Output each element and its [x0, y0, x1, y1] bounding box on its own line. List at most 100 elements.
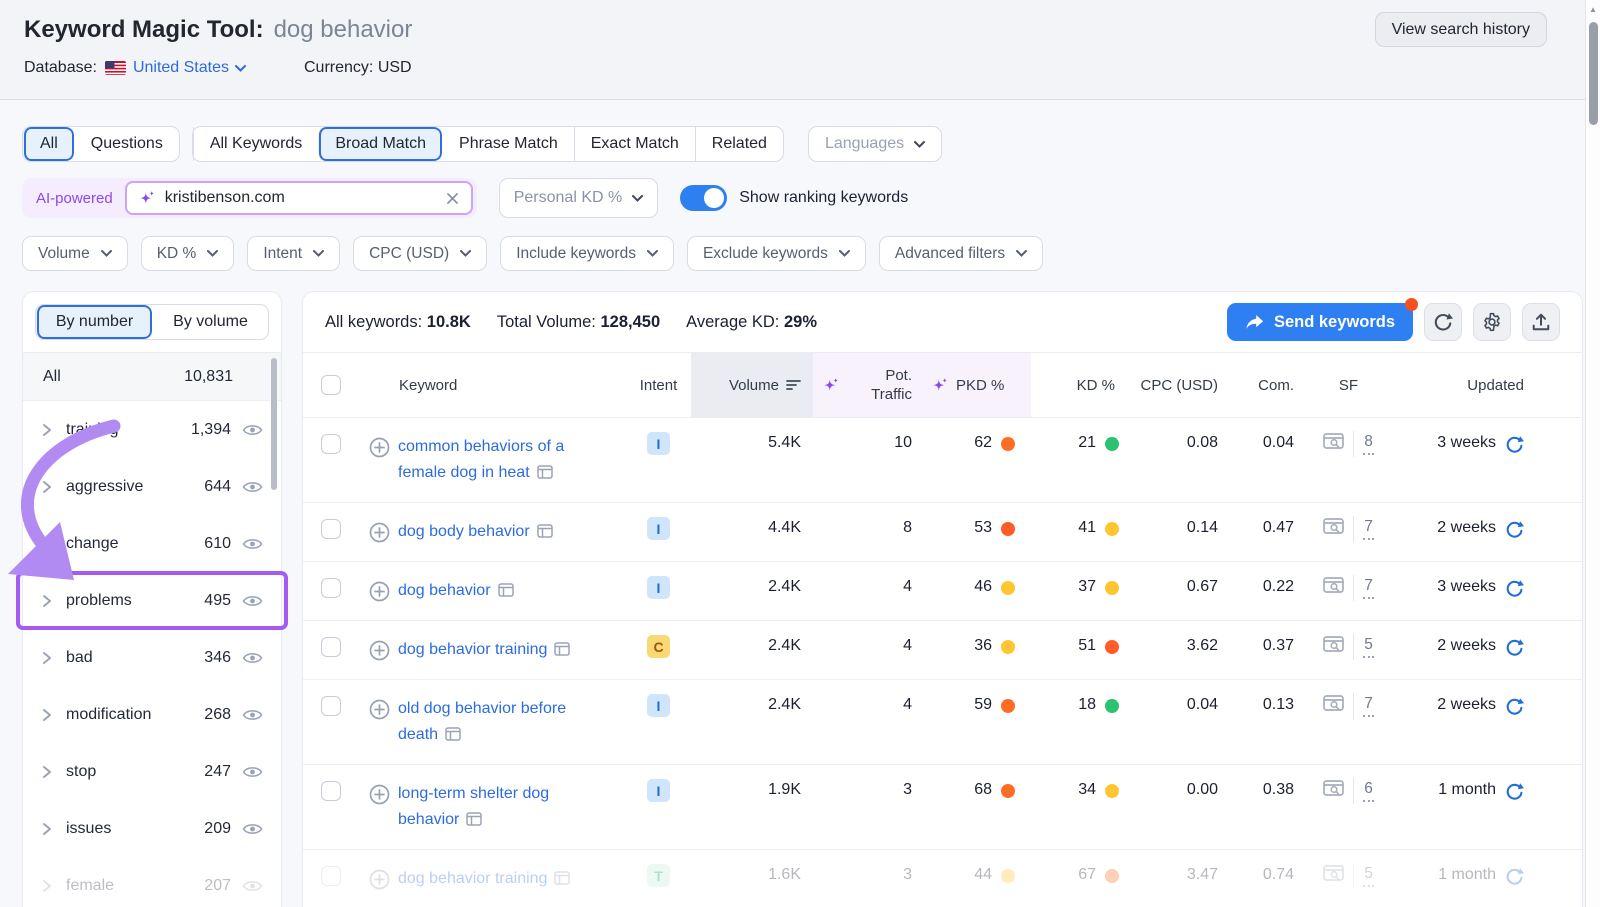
match-tab[interactable]: All Keywords	[193, 127, 318, 161]
sf-count[interactable]: 5	[1363, 636, 1374, 658]
row-checkbox[interactable]	[321, 519, 341, 539]
column-kd[interactable]: KD %	[1031, 353, 1129, 417]
add-keyword-icon[interactable]	[369, 699, 390, 720]
add-keyword-icon[interactable]	[369, 522, 390, 543]
eye-icon[interactable]	[242, 537, 263, 551]
eye-icon[interactable]	[242, 879, 263, 893]
add-keyword-icon[interactable]	[369, 869, 390, 890]
chevron-right-icon[interactable]	[41, 651, 53, 665]
column-pot-traffic[interactable]: Pot. Traffic	[813, 353, 926, 417]
sidebar-group-item[interactable]: bad 346	[23, 629, 281, 686]
serp-snapshot-icon[interactable]	[554, 868, 570, 894]
select-all-checkbox[interactable]	[321, 375, 341, 395]
intent-badge[interactable]: T	[647, 864, 670, 887]
intent-badge[interactable]: I	[647, 432, 670, 455]
chevron-right-icon[interactable]	[41, 765, 53, 779]
keyword-link[interactable]: common behaviors of a female dog in heat	[398, 434, 596, 488]
serp-snapshot-icon[interactable]	[537, 462, 553, 488]
serp-features-icon[interactable]	[1323, 433, 1344, 455]
column-cpc[interactable]: CPC (USD)	[1129, 353, 1236, 417]
eye-icon[interactable]	[242, 651, 263, 665]
eye-icon[interactable]	[242, 822, 263, 836]
serp-snapshot-icon[interactable]	[537, 521, 553, 547]
send-keywords-button[interactable]: Send keywords	[1227, 303, 1413, 341]
scope-tab[interactable]: All	[23, 127, 74, 161]
refresh-row-icon[interactable]	[1505, 638, 1524, 662]
row-checkbox[interactable]	[321, 434, 341, 454]
chevron-right-icon[interactable]	[41, 708, 53, 722]
add-keyword-icon[interactable]	[369, 437, 390, 458]
page-scrollbar[interactable]: ▲	[1585, 0, 1600, 907]
eye-icon[interactable]	[242, 423, 263, 437]
refresh-row-icon[interactable]	[1505, 520, 1524, 544]
filter-dropdown[interactable]: Volume	[22, 236, 128, 271]
column-keyword[interactable]: Keyword	[361, 353, 626, 417]
filter-dropdown[interactable]: Exclude keywords	[687, 236, 866, 271]
filter-dropdown[interactable]: CPC (USD)	[353, 236, 487, 271]
column-volume[interactable]: Volume	[691, 353, 813, 417]
show-ranking-toggle[interactable]	[680, 185, 727, 211]
settings-button[interactable]	[1473, 303, 1511, 341]
keyword-link[interactable]: old dog behavior before death	[398, 696, 596, 750]
column-updated[interactable]: Updated	[1391, 353, 1582, 417]
scrollbar-thumb[interactable]	[1589, 22, 1598, 125]
match-tab[interactable]: Phrase Match	[442, 127, 574, 161]
sidebar-group-item[interactable]: change 610	[23, 515, 281, 572]
sidebar-sort-tab[interactable]: By number	[36, 305, 152, 339]
sidebar-group-item[interactable]: stop 247	[23, 743, 281, 800]
keyword-search-field[interactable]	[125, 181, 473, 215]
refresh-row-icon[interactable]	[1505, 697, 1524, 721]
serp-features-icon[interactable]	[1323, 577, 1344, 599]
scrollbar-up-arrow-icon[interactable]: ▲	[1589, 5, 1597, 14]
chevron-right-icon[interactable]	[41, 879, 53, 893]
chevron-right-icon[interactable]	[41, 537, 53, 551]
chevron-right-icon[interactable]	[41, 822, 53, 836]
column-intent[interactable]: Intent	[626, 353, 691, 417]
sidebar-group-item[interactable]: training 1,394	[23, 401, 281, 458]
keyword-link[interactable]: dog behavior training	[398, 866, 570, 894]
refresh-row-icon[interactable]	[1505, 579, 1524, 603]
serp-snapshot-icon[interactable]	[466, 809, 482, 835]
personal-kd-dropdown[interactable]: Personal KD %	[499, 178, 659, 218]
export-button[interactable]	[1522, 303, 1560, 341]
serp-features-icon[interactable]	[1323, 865, 1344, 887]
keyword-link[interactable]: dog behavior training	[398, 637, 570, 665]
row-checkbox[interactable]	[321, 781, 341, 801]
intent-badge[interactable]: I	[647, 576, 670, 599]
add-keyword-icon[interactable]	[369, 640, 390, 661]
row-checkbox[interactable]	[321, 866, 341, 886]
column-sf[interactable]: SF	[1306, 353, 1391, 417]
sf-count[interactable]: 7	[1363, 518, 1374, 540]
view-search-history-button[interactable]: View search history	[1375, 12, 1547, 47]
serp-features-icon[interactable]	[1323, 695, 1344, 717]
sidebar-group-item[interactable]: modification 268	[23, 686, 281, 743]
column-pkd[interactable]: PKD %	[926, 353, 1031, 417]
keyword-link[interactable]: dog behavior	[398, 578, 514, 606]
filter-dropdown[interactable]: Include keywords	[500, 236, 674, 271]
add-keyword-icon[interactable]	[369, 581, 390, 602]
eye-icon[interactable]	[242, 708, 263, 722]
refresh-row-icon[interactable]	[1505, 867, 1524, 891]
serp-features-icon[interactable]	[1323, 636, 1344, 658]
intent-badge[interactable]: I	[647, 517, 670, 540]
sf-count[interactable]: 7	[1363, 577, 1374, 599]
filter-dropdown[interactable]: KD %	[141, 236, 235, 271]
serp-snapshot-icon[interactable]	[498, 580, 514, 606]
sf-count[interactable]: 8	[1363, 433, 1374, 455]
eye-icon[interactable]	[242, 765, 263, 779]
match-tab[interactable]: Exact Match	[574, 127, 695, 161]
sidebar-sort-tab[interactable]: By volume	[152, 305, 268, 339]
eye-icon[interactable]	[242, 594, 263, 608]
refresh-row-icon[interactable]	[1505, 782, 1524, 806]
sidebar-group-item[interactable]: problems 495	[23, 572, 281, 629]
match-tab[interactable]: Related	[695, 127, 783, 161]
sidebar-group-item[interactable]: issues 209	[23, 800, 281, 857]
clear-search-icon[interactable]	[446, 192, 459, 205]
intent-badge[interactable]: I	[647, 779, 670, 802]
match-tab[interactable]: Broad Match	[318, 127, 442, 161]
filter-dropdown[interactable]: Intent	[247, 236, 340, 271]
search-input[interactable]	[165, 189, 446, 207]
database-selector[interactable]: United States	[133, 59, 246, 77]
sf-count[interactable]: 7	[1363, 695, 1374, 717]
chevron-right-icon[interactable]	[41, 423, 53, 437]
